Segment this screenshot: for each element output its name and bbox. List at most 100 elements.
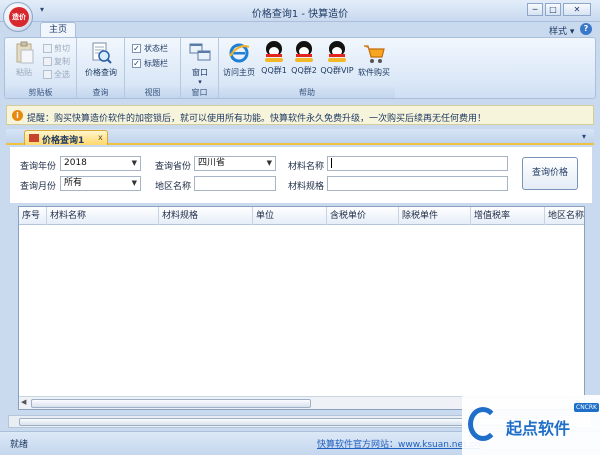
paste-button[interactable]: 粘贴 <box>11 41 37 78</box>
grid-scroll-thumb[interactable] <box>31 399 311 408</box>
material-spec-input[interactable] <box>327 176 508 191</box>
material-name-input[interactable] <box>327 156 508 171</box>
qq-vip-button[interactable]: QQ群VIP <box>319 41 355 76</box>
province-label: 查询省份 <box>155 162 192 172</box>
grid-header: 序号 材料名称 材料规格 单位 含税单价 除税单件 增值税率 地区名称 <box>19 207 584 225</box>
copy-label: 复制 <box>54 57 70 66</box>
column-header-unit[interactable]: 单位 <box>253 207 327 225</box>
app-menu-button[interactable]: 造价 <box>3 2 33 32</box>
info-message: 提醒：购买快算造价软件的加密锁后，就可以使用所有功能。快算软件永久免费升级，一次… <box>27 114 487 124</box>
watermark: 起点软件 CNCRK <box>462 395 600 455</box>
close-tab-icon[interactable]: x <box>98 133 103 142</box>
month-select[interactable]: 所有 ▼ <box>60 176 141 191</box>
results-grid[interactable]: 序号 材料名称 材料规格 单位 含税单价 除税单件 增值税率 地区名称 ◀ ▶ <box>18 206 585 410</box>
column-header-price-excl-tax[interactable]: 除税单件 <box>399 207 471 225</box>
ribbon-tab-strip: 主页 样式 ▾ ? <box>0 22 600 38</box>
column-header-region[interactable]: 地区名称 <box>545 207 584 225</box>
year-select-value: 2018 <box>64 158 87 168</box>
group-help: 访问主页 QQ群1 QQ群2 QQ群VIP 软件购买 帮助 <box>219 38 395 98</box>
material-spec-label: 材料规格 <box>288 182 325 192</box>
chevron-down-icon: ▼ <box>266 159 272 167</box>
price-query-icon <box>89 41 113 65</box>
paste-label: 粘贴 <box>16 68 32 77</box>
close-button[interactable]: ✕ <box>563 3 591 16</box>
material-name-label: 材料名称 <box>288 162 325 172</box>
titlebar-checkbox-label: 标题栏 <box>144 59 168 68</box>
group-label-view: 视图 <box>125 87 180 98</box>
ie-browser-icon <box>227 41 251 65</box>
buy-software-button[interactable]: 软件购买 <box>355 41 393 78</box>
tab-price-query-1[interactable]: 价格查询1 x <box>24 130 108 146</box>
paste-icon <box>12 41 36 65</box>
page-scroll-thumb[interactable] <box>19 418 539 426</box>
column-header-index[interactable]: 序号 <box>19 207 47 225</box>
window-dropdown-icon: ▾ <box>198 78 202 86</box>
doc-tab-label: 价格查询1 <box>42 136 85 146</box>
group-label-query: 查询 <box>77 87 124 98</box>
year-select[interactable]: 2018 ▼ <box>60 156 141 171</box>
official-site-link[interactable]: 快算软件官方网站：www.ksuan.net.cn <box>317 437 480 450</box>
app-logo: 造价 <box>9 7 29 27</box>
column-header-material-name[interactable]: 材料名称 <box>47 207 159 225</box>
province-select-value: 四川省 <box>198 158 226 168</box>
cut-label: 剪切 <box>54 44 70 53</box>
column-header-material-spec[interactable]: 材料规格 <box>159 207 253 225</box>
group-clipboard: 粘贴 剪切 复制 全选 剪贴板 <box>5 38 77 98</box>
watermark-badge: CNCRK <box>574 403 599 412</box>
ribbon: 粘贴 剪切 复制 全选 剪贴板 价格查询 查询 ✓ 状态栏 ✓ 标题栏 视图 窗口 … <box>4 37 596 99</box>
text-cursor <box>331 157 332 168</box>
price-query-label: 价格查询 <box>85 68 117 77</box>
visit-home-label: 访问主页 <box>223 68 255 77</box>
select-all-icon <box>43 70 52 79</box>
titlebar-checkbox[interactable]: ✓ 标题栏 <box>132 58 168 69</box>
province-select[interactable]: 四川省 ▼ <box>194 156 276 171</box>
minimize-button[interactable]: ─ <box>527 3 543 16</box>
style-menu-label: 样式 <box>549 27 568 37</box>
qq-penguin-icon <box>263 41 285 63</box>
qq-group2-label: QQ群2 <box>291 66 317 75</box>
price-query-button[interactable]: 价格查询 <box>81 41 121 78</box>
select-all-label: 全选 <box>54 70 70 79</box>
window-icon <box>188 41 212 65</box>
chevron-down-icon: ▼ <box>131 179 137 187</box>
window-title: 价格查询1 - 快算造价 <box>251 9 349 20</box>
column-header-vat-rate[interactable]: 增值税率 <box>471 207 545 225</box>
visit-home-button[interactable]: 访问主页 <box>221 41 257 78</box>
style-menu[interactable]: 样式 ▾ <box>549 24 574 37</box>
qq-group1-label: QQ群1 <box>261 66 287 75</box>
maximize-button[interactable]: □ <box>545 3 561 16</box>
region-input[interactable] <box>194 176 276 191</box>
chevron-down-icon: ▼ <box>131 159 137 167</box>
qq-group2-button[interactable]: QQ群2 <box>289 41 319 76</box>
group-query: 价格查询 查询 <box>77 38 125 98</box>
status-text: 就绪 <box>10 440 29 450</box>
cut-icon <box>43 44 52 53</box>
group-label-clipboard: 剪贴板 <box>5 87 76 98</box>
window-button[interactable]: 窗口 ▾ <box>186 41 214 86</box>
month-select-value: 所有 <box>64 178 83 188</box>
month-label: 查询月份 <box>20 182 57 192</box>
title-bar: ▾ 价格查询1 - 快算造价 ─ □ ✕ <box>0 0 600 22</box>
cut-button[interactable]: 剪切 <box>43 43 70 54</box>
window-label: 窗口 <box>192 68 208 77</box>
year-label: 查询年份 <box>20 162 57 172</box>
group-window: 窗口 ▾ 窗口 <box>181 38 219 98</box>
search-price-button[interactable]: 查询价格 <box>522 157 578 190</box>
qq-penguin-icon <box>326 41 348 63</box>
info-bar: i 提醒：购买快算造价软件的加密锁后，就可以使用所有功能。快算软件永久免费升级，… <box>6 105 594 125</box>
shopping-cart-icon <box>362 41 386 65</box>
group-view: ✓ 状态栏 ✓ 标题栏 视图 <box>125 38 181 98</box>
tab-home[interactable]: 主页 <box>40 22 76 38</box>
scroll-left-icon[interactable]: ◀ <box>21 398 26 406</box>
buy-software-label: 软件购买 <box>358 68 390 77</box>
copy-button[interactable]: 复制 <box>43 56 70 67</box>
select-all-button[interactable]: 全选 <box>43 69 70 80</box>
column-header-price-incl-tax[interactable]: 含税单价 <box>327 207 399 225</box>
statusbar-checkbox[interactable]: ✓ 状态栏 <box>132 43 168 54</box>
qq-vip-label: QQ群VIP <box>320 66 354 75</box>
tab-list-dropdown-icon[interactable]: ▾ <box>582 132 586 141</box>
chart-icon <box>29 134 39 142</box>
help-icon[interactable]: ? <box>580 23 592 35</box>
qq-group1-button[interactable]: QQ群1 <box>259 41 289 76</box>
qq-penguin-icon <box>293 41 315 63</box>
